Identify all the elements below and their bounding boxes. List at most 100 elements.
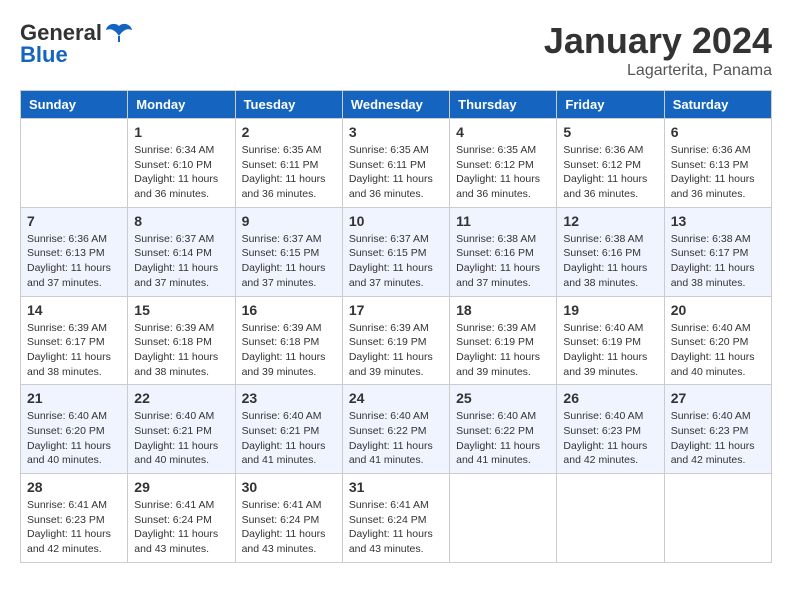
day-info: Sunrise: 6:39 AMSunset: 6:19 PMDaylight:… — [456, 321, 550, 380]
day-info: Sunrise: 6:40 AMSunset: 6:20 PMDaylight:… — [27, 409, 121, 468]
day-number: 25 — [456, 390, 550, 406]
calendar-week-row: 14 Sunrise: 6:39 AMSunset: 6:17 PMDayligh… — [21, 296, 772, 385]
day-number: 30 — [242, 479, 336, 495]
calendar-header-row: Sunday Monday Tuesday Wednesday Thursday… — [21, 91, 772, 119]
day-info: Sunrise: 6:40 AMSunset: 6:19 PMDaylight:… — [563, 321, 657, 380]
col-friday: Friday — [557, 91, 664, 119]
table-row — [664, 474, 771, 563]
day-number: 5 — [563, 124, 657, 140]
day-number: 31 — [349, 479, 443, 495]
day-info: Sunrise: 6:34 AMSunset: 6:10 PMDaylight:… — [134, 143, 228, 202]
day-number: 21 — [27, 390, 121, 406]
day-info: Sunrise: 6:39 AMSunset: 6:17 PMDaylight:… — [27, 321, 121, 380]
table-row: 30Sunrise: 6:41 AMSunset: 6:24 PMDayligh… — [235, 474, 342, 563]
table-row: 5 Sunrise: 6:36 AMSunset: 6:12 PMDaylight… — [557, 119, 664, 208]
day-info: Sunrise: 6:40 AMSunset: 6:23 PMDaylight:… — [563, 409, 657, 468]
day-info: Sunrise: 6:38 AMSunset: 6:16 PMDaylight:… — [563, 232, 657, 291]
col-wednesday: Wednesday — [342, 91, 449, 119]
location: Lagarterita, Panama — [544, 62, 772, 80]
table-row: 24Sunrise: 6:40 AMSunset: 6:22 PMDayligh… — [342, 385, 449, 474]
day-info: Sunrise: 6:39 AMSunset: 6:19 PMDaylight:… — [349, 321, 443, 380]
day-info: Sunrise: 6:38 AMSunset: 6:17 PMDaylight:… — [671, 232, 765, 291]
table-row: 29Sunrise: 6:41 AMSunset: 6:24 PMDayligh… — [128, 474, 235, 563]
day-info: Sunrise: 6:35 AMSunset: 6:11 PMDaylight:… — [242, 143, 336, 202]
table-row: 13 Sunrise: 6:38 AMSunset: 6:17 PMDayligh… — [664, 207, 771, 296]
day-number: 1 — [134, 124, 228, 140]
title-block: January 2024 Lagarterita, Panama — [544, 20, 772, 80]
table-row: 3Sunrise: 6:35 AMSunset: 6:11 PMDaylight… — [342, 119, 449, 208]
day-info: Sunrise: 6:38 AMSunset: 6:16 PMDaylight:… — [456, 232, 550, 291]
day-number: 2 — [242, 124, 336, 140]
table-row: 31 Sunrise: 6:41 AMSunset: 6:24 PMDayligh… — [342, 474, 449, 563]
col-saturday: Saturday — [664, 91, 771, 119]
day-number: 8 — [134, 213, 228, 229]
day-number: 3 — [349, 124, 443, 140]
day-number: 9 — [242, 213, 336, 229]
table-row — [21, 119, 128, 208]
table-row: 14 Sunrise: 6:39 AMSunset: 6:17 PMDayligh… — [21, 296, 128, 385]
page-header: General Blue January 2024 Lagarterita, P… — [20, 20, 772, 80]
col-thursday: Thursday — [450, 91, 557, 119]
table-row: 11 Sunrise: 6:38 AMSunset: 6:16 PMDayligh… — [450, 207, 557, 296]
calendar-week-row: 28 Sunrise: 6:41 AMSunset: 6:23 PMDayligh… — [21, 474, 772, 563]
table-row: 9 Sunrise: 6:37 AMSunset: 6:15 PMDaylight… — [235, 207, 342, 296]
day-number: 27 — [671, 390, 765, 406]
logo-bird-icon — [105, 22, 133, 44]
table-row: 21 Sunrise: 6:40 AMSunset: 6:20 PMDayligh… — [21, 385, 128, 474]
day-number: 20 — [671, 302, 765, 318]
day-info: Sunrise: 6:40 AMSunset: 6:22 PMDaylight:… — [349, 409, 443, 468]
day-info: Sunrise: 6:39 AMSunset: 6:18 PMDaylight:… — [242, 321, 336, 380]
table-row: 8Sunrise: 6:37 AMSunset: 6:14 PMDaylight… — [128, 207, 235, 296]
calendar-week-row: 21 Sunrise: 6:40 AMSunset: 6:20 PMDayligh… — [21, 385, 772, 474]
table-row: 20 Sunrise: 6:40 AMSunset: 6:20 PMDayligh… — [664, 296, 771, 385]
day-info: Sunrise: 6:36 AMSunset: 6:13 PMDaylight:… — [27, 232, 121, 291]
col-sunday: Sunday — [21, 91, 128, 119]
day-info: Sunrise: 6:39 AMSunset: 6:18 PMDaylight:… — [134, 321, 228, 380]
day-info: Sunrise: 6:40 AMSunset: 6:21 PMDaylight:… — [242, 409, 336, 468]
day-number: 11 — [456, 213, 550, 229]
table-row — [450, 474, 557, 563]
day-info: Sunrise: 6:41 AMSunset: 6:23 PMDaylight:… — [27, 498, 121, 557]
day-info: Sunrise: 6:40 AMSunset: 6:20 PMDaylight:… — [671, 321, 765, 380]
day-info: Sunrise: 6:36 AMSunset: 6:13 PMDaylight:… — [671, 143, 765, 202]
day-info: Sunrise: 6:37 AMSunset: 6:15 PMDaylight:… — [242, 232, 336, 291]
day-number: 6 — [671, 124, 765, 140]
day-number: 19 — [563, 302, 657, 318]
day-number: 7 — [27, 213, 121, 229]
table-row: 18Sunrise: 6:39 AMSunset: 6:19 PMDayligh… — [450, 296, 557, 385]
table-row: 22Sunrise: 6:40 AMSunset: 6:21 PMDayligh… — [128, 385, 235, 474]
table-row: 28 Sunrise: 6:41 AMSunset: 6:23 PMDayligh… — [21, 474, 128, 563]
day-number: 17 — [349, 302, 443, 318]
day-number: 16 — [242, 302, 336, 318]
day-number: 23 — [242, 390, 336, 406]
logo: General Blue — [20, 20, 133, 68]
table-row: 23 Sunrise: 6:40 AMSunset: 6:21 PMDayligh… — [235, 385, 342, 474]
col-tuesday: Tuesday — [235, 91, 342, 119]
logo-blue-text: Blue — [20, 42, 68, 68]
day-number: 22 — [134, 390, 228, 406]
table-row: 15Sunrise: 6:39 AMSunset: 6:18 PMDayligh… — [128, 296, 235, 385]
day-number: 28 — [27, 479, 121, 495]
table-row: 25Sunrise: 6:40 AMSunset: 6:22 PMDayligh… — [450, 385, 557, 474]
table-row: 4Sunrise: 6:35 AMSunset: 6:12 PMDaylight… — [450, 119, 557, 208]
day-number: 14 — [27, 302, 121, 318]
table-row: 19 Sunrise: 6:40 AMSunset: 6:19 PMDayligh… — [557, 296, 664, 385]
month-title: January 2024 — [544, 20, 772, 62]
table-row — [557, 474, 664, 563]
table-row: 6 Sunrise: 6:36 AMSunset: 6:13 PMDaylight… — [664, 119, 771, 208]
day-info: Sunrise: 6:41 AMSunset: 6:24 PMDaylight:… — [134, 498, 228, 557]
table-row: 26 Sunrise: 6:40 AMSunset: 6:23 PMDayligh… — [557, 385, 664, 474]
table-row: 27 Sunrise: 6:40 AMSunset: 6:23 PMDayligh… — [664, 385, 771, 474]
day-number: 12 — [563, 213, 657, 229]
day-number: 13 — [671, 213, 765, 229]
table-row: 1 Sunrise: 6:34 AMSunset: 6:10 PMDaylight… — [128, 119, 235, 208]
calendar-table: Sunday Monday Tuesday Wednesday Thursday… — [20, 90, 772, 563]
day-info: Sunrise: 6:41 AMSunset: 6:24 PMDaylight:… — [349, 498, 443, 557]
day-number: 26 — [563, 390, 657, 406]
day-info: Sunrise: 6:37 AMSunset: 6:15 PMDaylight:… — [349, 232, 443, 291]
day-info: Sunrise: 6:36 AMSunset: 6:12 PMDaylight:… — [563, 143, 657, 202]
table-row: 12 Sunrise: 6:38 AMSunset: 6:16 PMDayligh… — [557, 207, 664, 296]
day-info: Sunrise: 6:40 AMSunset: 6:23 PMDaylight:… — [671, 409, 765, 468]
day-info: Sunrise: 6:35 AMSunset: 6:12 PMDaylight:… — [456, 143, 550, 202]
calendar-week-row: 1 Sunrise: 6:34 AMSunset: 6:10 PMDaylight… — [21, 119, 772, 208]
